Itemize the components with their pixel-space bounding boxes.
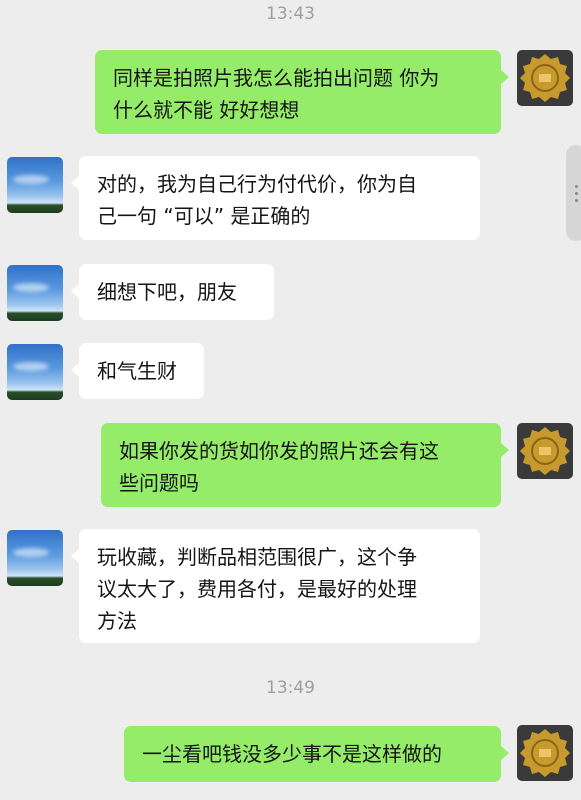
message-bubble-outgoing[interactable]: 如果你发的货如你发的照片还会有这 些问题吗 — [101, 423, 509, 507]
contact-avatar[interactable] — [7, 265, 63, 321]
sky-avatar-icon — [7, 344, 63, 400]
chat-window[interactable]: 13:43 同样是拍照片我怎么能拍出问题 你为 什么就不能 好好想想 对的，我为… — [0, 0, 581, 800]
self-avatar[interactable] — [517, 725, 573, 781]
coin-avatar-icon — [517, 423, 573, 479]
timestamp: 13:49 — [266, 678, 315, 698]
self-avatar[interactable] — [517, 423, 573, 479]
message-bubble-outgoing[interactable]: 同样是拍照片我怎么能拍出问题 你为 什么就不能 好好想想 — [95, 50, 509, 134]
sky-avatar-icon — [7, 530, 63, 586]
message-bubble-incoming[interactable]: 玩收藏，判断品相范围很广，这个争 议太大了，费用各付，是最好的处理 方法 — [71, 529, 480, 643]
coin-avatar-icon — [517, 725, 573, 781]
sky-avatar-icon — [7, 157, 63, 213]
contact-avatar[interactable] — [7, 157, 63, 213]
sky-avatar-icon — [7, 265, 63, 321]
message-bubble-outgoing[interactable]: 一尘看吧钱没多少事不是这样做的 — [124, 726, 509, 782]
message-bubble-incoming[interactable]: 细想下吧，朋友 — [71, 264, 274, 320]
scroll-handle[interactable] — [566, 145, 581, 241]
contact-avatar[interactable] — [7, 530, 63, 586]
timestamp: 13:43 — [266, 4, 315, 24]
message-bubble-incoming[interactable]: 和气生财 — [71, 343, 204, 399]
contact-avatar[interactable] — [7, 344, 63, 400]
self-avatar[interactable] — [517, 50, 573, 106]
coin-avatar-icon — [517, 50, 573, 106]
message-bubble-incoming[interactable]: 对的，我为自己行为付代价，你为自 己一句 “可以” 是正确的 — [71, 156, 480, 240]
